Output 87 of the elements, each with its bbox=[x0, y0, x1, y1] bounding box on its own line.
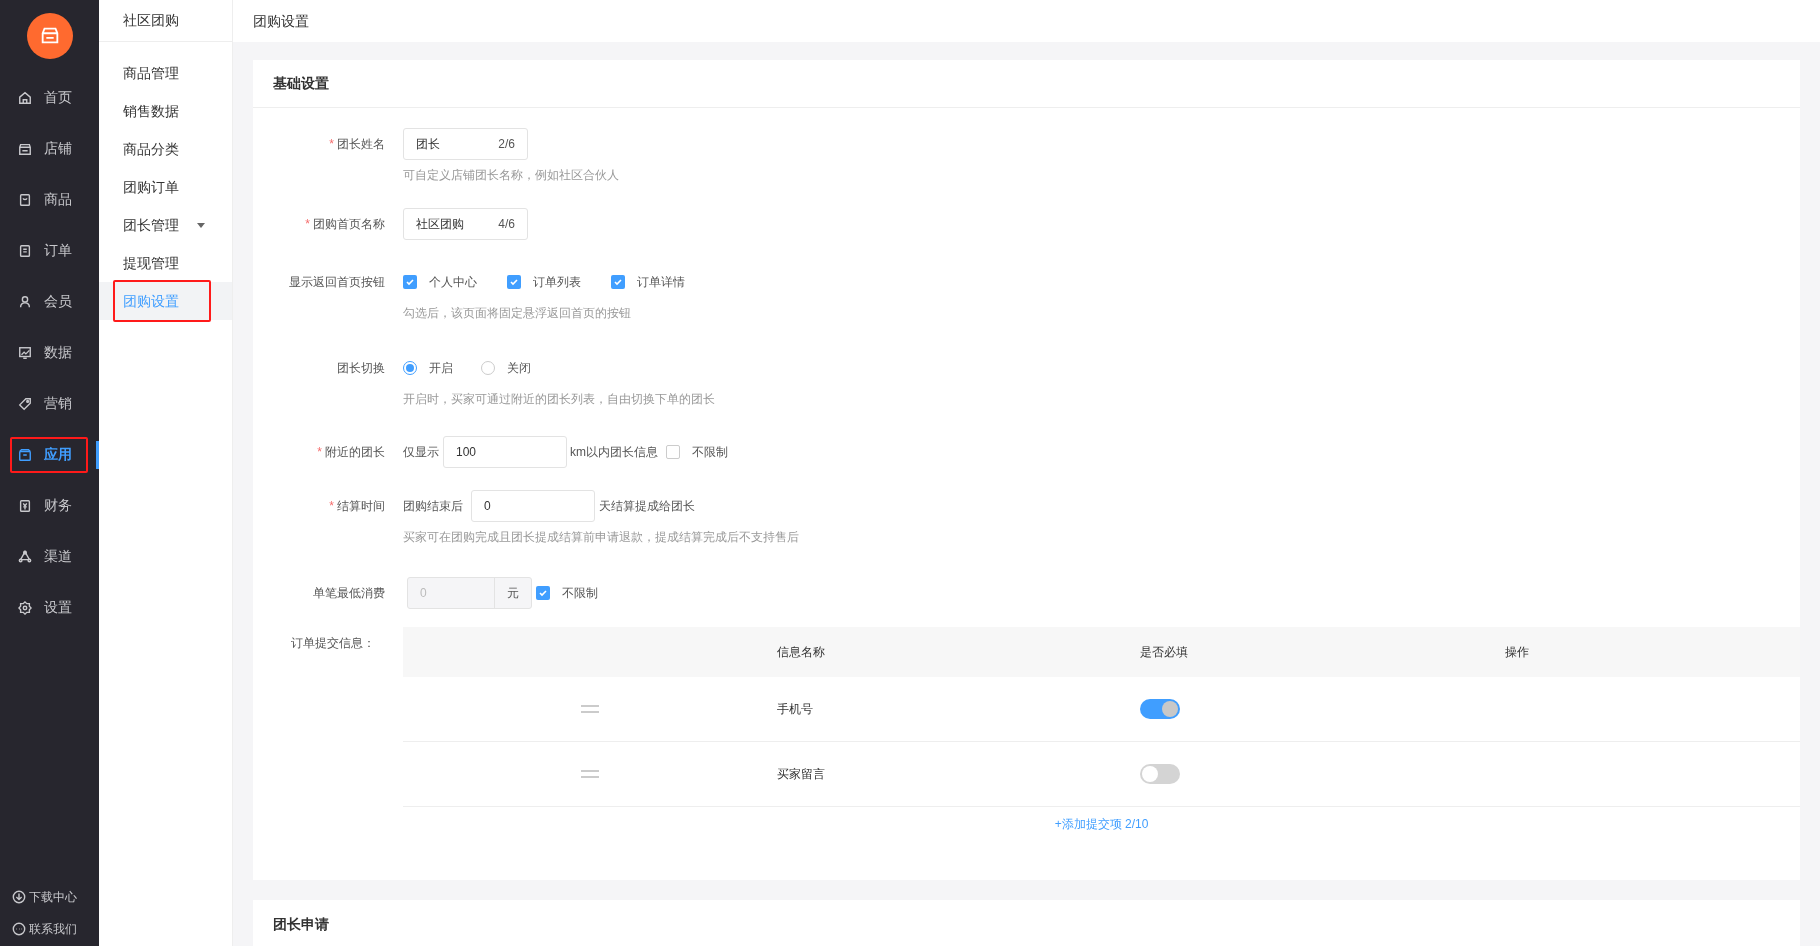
download-icon bbox=[12, 890, 26, 904]
table-cell-text: 手机号 bbox=[777, 701, 814, 718]
page-title: 团购设置 bbox=[253, 11, 309, 31]
box-icon bbox=[18, 447, 32, 462]
required-mark: * bbox=[317, 444, 322, 461]
user-icon bbox=[18, 294, 32, 309]
check-icon bbox=[509, 277, 519, 287]
field-label: 附近的团长 bbox=[325, 444, 385, 461]
required-mark: * bbox=[329, 498, 334, 515]
column-header: 是否必填 bbox=[1140, 644, 1189, 661]
field-text: 仅显示 bbox=[403, 444, 439, 461]
field-text: 个人中心 bbox=[429, 274, 477, 291]
check-icon bbox=[538, 588, 548, 598]
table-cell-text: 买家留言 bbox=[777, 766, 826, 783]
nav-item[interactable]: 数据 bbox=[10, 334, 88, 371]
character-count: 4/6 bbox=[498, 216, 515, 233]
nav-item[interactable]: 应用 bbox=[10, 436, 88, 473]
field-text: 不限制 bbox=[562, 585, 598, 602]
field-label: 团长切换 bbox=[337, 360, 385, 377]
chart-icon bbox=[18, 345, 32, 360]
active-indicator bbox=[96, 441, 99, 469]
field-label: 结算时间 bbox=[337, 498, 385, 515]
footer-link[interactable]: 下载中心 bbox=[12, 888, 99, 906]
chat-icon bbox=[12, 922, 26, 936]
character-count: 2/6 bbox=[498, 136, 515, 153]
tag-icon bbox=[18, 396, 32, 411]
column-header: 信息名称 bbox=[777, 644, 826, 661]
help-text: 可自定义店铺团长名称，例如社区合伙人 bbox=[403, 167, 619, 184]
section-title: 基础设置 bbox=[273, 74, 329, 93]
field-text: 关闭 bbox=[507, 360, 531, 377]
input-field[interactable]: 0 bbox=[471, 490, 595, 522]
required-mark: * bbox=[305, 216, 310, 233]
bag-icon bbox=[18, 192, 32, 207]
column-header: 操作 bbox=[1505, 644, 1530, 661]
field-label: 单笔最低消费 bbox=[313, 585, 385, 602]
submenu-title: 社区团购 bbox=[123, 11, 179, 30]
input-field[interactable]: 社区团购 4/6 bbox=[403, 208, 528, 240]
field-text: 开启 bbox=[429, 360, 453, 377]
help-text: 勾选后，该页面将固定悬浮返回首页的按钮 bbox=[403, 305, 632, 322]
network-icon bbox=[18, 549, 32, 564]
check-icon bbox=[613, 277, 623, 287]
nav-item[interactable]: 设置 bbox=[10, 589, 88, 626]
document-icon bbox=[18, 243, 32, 258]
drag-handle-icon[interactable] bbox=[581, 705, 599, 713]
nav-item[interactable]: 财务 bbox=[10, 487, 88, 524]
input-field[interactable]: 100 bbox=[443, 436, 567, 468]
nav-item[interactable]: 营销 bbox=[10, 385, 88, 422]
footer-link[interactable]: 联系我们 bbox=[12, 920, 99, 938]
settings-icon bbox=[18, 600, 32, 615]
checkbox[interactable] bbox=[403, 275, 417, 289]
nav-item[interactable]: 订单 bbox=[10, 232, 88, 269]
help-text: 开启时，买家可通过附近的团长列表，自由切换下单的团长 bbox=[403, 391, 715, 408]
field-text: 团购结束后 bbox=[403, 498, 463, 515]
input-value: 社区团购 bbox=[416, 216, 464, 233]
checkbox[interactable] bbox=[611, 275, 625, 289]
field-label: 显示返回首页按钮 bbox=[289, 274, 385, 291]
toggle-switch[interactable] bbox=[1140, 699, 1180, 719]
logo-icon bbox=[26, 13, 73, 59]
section-title: 团长申请 bbox=[273, 914, 329, 934]
help-text: 买家可在团购完成且团长提成结算前申请退款，提成结算完成后不支持售后 bbox=[403, 529, 799, 546]
field-text: km以内团长信息 bbox=[570, 444, 658, 461]
field-text: 订单详情 bbox=[637, 274, 685, 291]
check-icon bbox=[405, 277, 415, 287]
checkbox[interactable] bbox=[507, 275, 521, 289]
nav-item[interactable]: 商品 bbox=[10, 181, 88, 218]
nav-item[interactable]: 首页 bbox=[10, 79, 88, 116]
field-label: 团长姓名 bbox=[337, 136, 385, 153]
field-label: 团购首页名称 bbox=[313, 216, 385, 233]
input-value: 0 bbox=[419, 585, 428, 602]
input-value: 团长 bbox=[416, 136, 440, 153]
field-label: 订单提交信息： bbox=[291, 635, 375, 652]
store-icon bbox=[18, 141, 32, 156]
field-text: 不限制 bbox=[692, 444, 728, 461]
required-mark: * bbox=[329, 136, 334, 153]
checkbox[interactable] bbox=[666, 445, 680, 459]
toggle-switch[interactable] bbox=[1140, 764, 1180, 784]
home-icon bbox=[18, 90, 32, 105]
nav-item[interactable]: 会员 bbox=[10, 283, 88, 320]
yen-icon bbox=[18, 498, 32, 513]
nav-item[interactable]: 店铺 bbox=[10, 130, 88, 167]
input-field[interactable]: 团长 2/6 bbox=[403, 128, 528, 160]
unit-label: 元 bbox=[494, 578, 531, 608]
field-text: 订单列表 bbox=[533, 274, 581, 291]
nav-item[interactable]: 渠道 bbox=[10, 538, 88, 575]
field-text: 天结算提成给团长 bbox=[599, 498, 695, 515]
caret-icon bbox=[197, 222, 205, 228]
drag-handle-icon[interactable] bbox=[581, 770, 599, 778]
